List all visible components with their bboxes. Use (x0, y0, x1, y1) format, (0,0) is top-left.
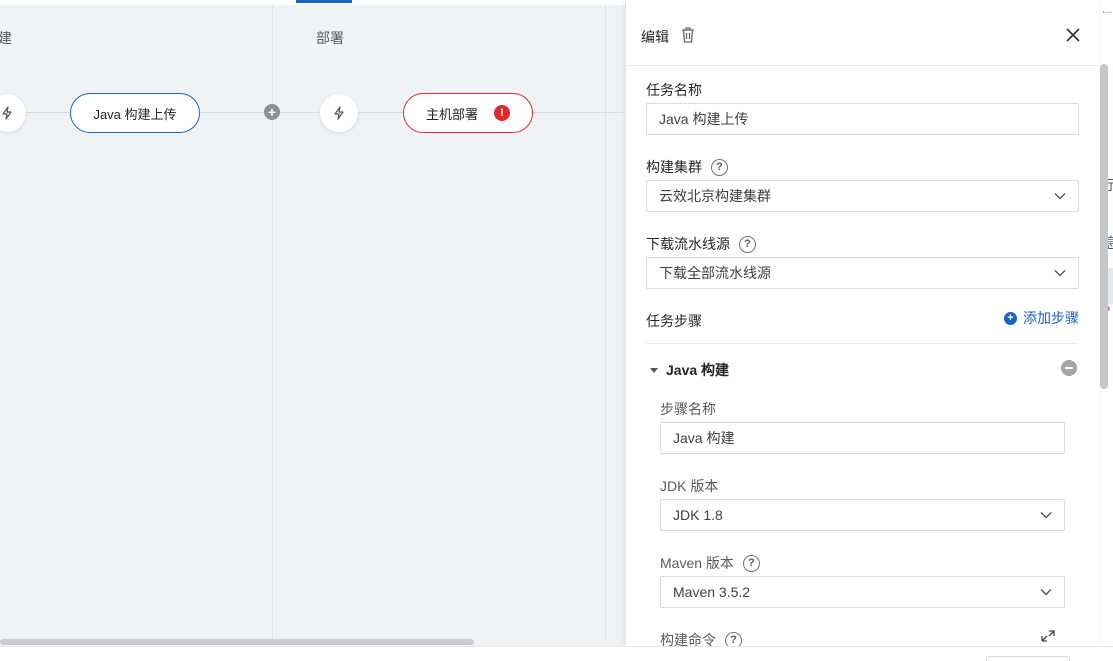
chevron-down-icon (1040, 512, 1052, 519)
pipeline-canvas: 建 部署 Java 构建上传 + 主机部署 ! (0, 0, 625, 646)
close-icon[interactable] (1064, 26, 1082, 44)
job-node-label: 主机部署 (425, 106, 478, 122)
stage-divider (272, 5, 273, 639)
job-node-java-build[interactable]: Java 构建上传 (70, 93, 200, 133)
divider (646, 343, 1078, 344)
step-name-input[interactable]: Java 构建 (660, 422, 1065, 454)
build-cluster-label: 构建集群 ? (646, 157, 728, 177)
maven-version-value: Maven 3.5.2 (673, 584, 751, 600)
task-name-label: 任务名称 (646, 82, 702, 98)
build-cluster-value: 云效北京构建集群 (659, 188, 771, 204)
job-node-host-deploy[interactable]: 主机部署 ! (403, 93, 533, 133)
flow-connector (358, 112, 404, 113)
flow-connector (200, 112, 322, 113)
chevron-down-icon (1054, 270, 1066, 277)
error-icon: ! (494, 105, 510, 121)
task-steps-label: 任务步骤 (646, 313, 702, 329)
step-title: Java 构建 (666, 362, 730, 378)
jdk-version-value: JDK 1.8 (673, 507, 723, 523)
maven-version-label: Maven 版本 ? (660, 553, 760, 573)
chevron-down-icon (1040, 589, 1052, 596)
stage-divider (605, 5, 606, 639)
trash-icon[interactable] (680, 26, 696, 44)
drawer-header: 编辑 (626, 0, 1101, 66)
help-icon[interactable]: ? (742, 554, 760, 572)
caret-down-icon (650, 367, 658, 373)
expand-icon[interactable] (1041, 630, 1055, 642)
stage-label-build: 建 (0, 30, 12, 46)
edit-drawer: 编辑 任务名称 Java 构建上传 构建集群 ? 云效北京构建集群 下载流水线源… (625, 0, 1101, 649)
step-name-label: 步骤名称 (660, 401, 716, 417)
stage-label-deploy: 部署 (316, 30, 344, 46)
footer-button[interactable] (986, 656, 1070, 661)
task-name-input[interactable]: Java 构建上传 (646, 103, 1079, 135)
stage-trigger-deploy[interactable] (320, 94, 358, 132)
jdk-version-label: JDK 版本 (660, 478, 719, 494)
chevron-down-icon (1054, 193, 1066, 200)
stage-trigger-build[interactable] (0, 94, 26, 132)
download-source-label: 下载流水线源 ? (646, 234, 756, 254)
vertical-scrollbar[interactable] (1100, 64, 1108, 389)
add-circle-icon: + (1004, 311, 1017, 325)
download-source-value: 下载全部流水线源 (659, 265, 771, 281)
maven-version-select[interactable]: Maven 3.5.2 (660, 576, 1065, 608)
remove-circle-icon[interactable] (1061, 360, 1077, 376)
trigger-bolt-icon (334, 106, 344, 120)
step-header-java-build[interactable]: Java 构建 (650, 360, 729, 380)
add-step-label: 添加步骤 (1023, 310, 1079, 326)
jdk-version-select[interactable]: JDK 1.8 (660, 499, 1065, 531)
more-icon: ... (1102, 2, 1113, 16)
job-node-label: Java 构建上传 (93, 106, 177, 122)
help-icon[interactable]: ? (739, 235, 756, 253)
trigger-bolt-icon (2, 106, 12, 120)
build-cluster-select[interactable]: 云效北京构建集群 (646, 180, 1079, 212)
add-step-button[interactable]: + 添加步骤 (1004, 308, 1079, 328)
download-source-select[interactable]: 下载全部流水线源 (646, 257, 1079, 289)
active-tab-indicator (296, 0, 352, 3)
horizontal-scrollbar[interactable] (0, 639, 474, 645)
add-circle-icon[interactable]: + (264, 104, 280, 120)
flow-connector (533, 112, 625, 113)
help-icon[interactable]: ? (711, 158, 728, 176)
bottom-bar (0, 646, 1113, 661)
drawer-title: 编辑 (641, 29, 669, 45)
